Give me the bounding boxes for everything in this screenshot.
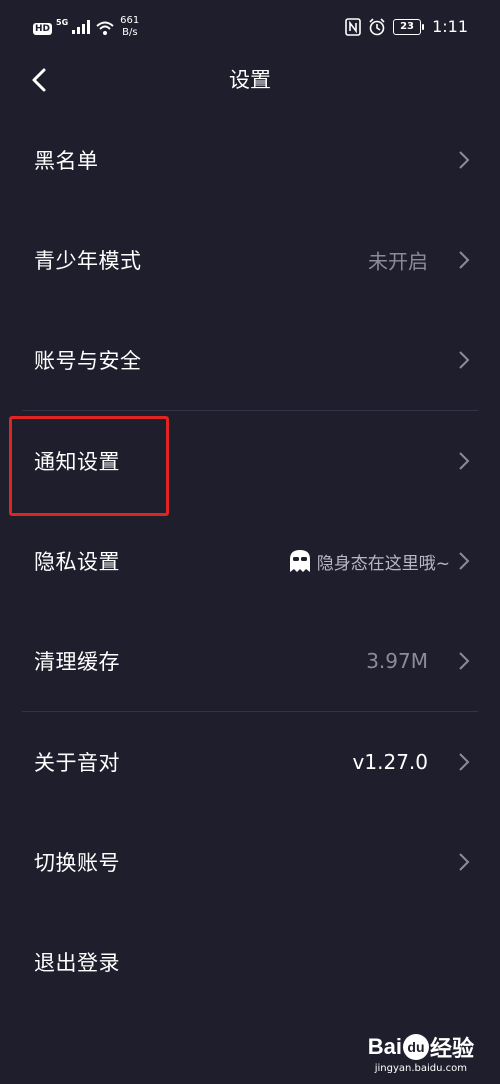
chevron-right-icon xyxy=(459,552,470,570)
privacy-hint-text: 隐身态在这里哦~ xyxy=(316,553,450,574)
chevron-right-icon xyxy=(459,351,470,369)
settings-row-blacklist[interactable]: 黑名单 xyxy=(0,110,500,210)
status-left: HD 5G 661 B/s xyxy=(33,15,139,43)
row-label: 通知设置 xyxy=(34,450,120,474)
chevron-right-icon xyxy=(459,251,470,269)
nfc-icon xyxy=(345,17,361,36)
alarm-icon xyxy=(369,17,385,35)
watermark-logo: Bai du 经验 xyxy=(368,1031,474,1063)
row-label: 切换账号 xyxy=(34,851,120,875)
row-label: 关于音对 xyxy=(34,751,120,775)
settings-list: 黑名单 青少年模式 未开启 账号与安全 通知设置 隐私设置 隐身态在这里哦~ 清… xyxy=(0,110,500,1012)
settings-row-privacy[interactable]: 隐私设置 隐身态在这里哦~ xyxy=(0,511,500,611)
signal-icon xyxy=(72,20,91,34)
chevron-right-icon xyxy=(459,753,470,771)
chevron-right-icon xyxy=(459,452,470,470)
watermark-logo-text: Bai xyxy=(367,1034,402,1059)
ghost-icon xyxy=(289,550,310,572)
row-label: 退出登录 xyxy=(34,951,120,975)
privacy-hint: 隐身态在这里哦~ xyxy=(287,548,450,574)
row-label: 账号与安全 xyxy=(34,349,142,373)
settings-row-about[interactable]: 关于音对 v1.27.0 xyxy=(0,712,500,812)
settings-row-clear-cache[interactable]: 清理缓存 3.97M xyxy=(0,611,500,711)
row-label: 黑名单 xyxy=(34,149,99,173)
network-type: 5G xyxy=(56,18,69,27)
hd-badge: HD xyxy=(33,23,53,35)
chevron-right-icon xyxy=(459,652,470,670)
row-label: 青少年模式 xyxy=(34,249,142,273)
watermark-site: jingyan.baidu.com xyxy=(374,1063,467,1074)
teen-mode-status: 未开启 xyxy=(368,249,428,274)
wifi-icon xyxy=(96,21,114,35)
cache-size: 3.97M xyxy=(366,649,428,673)
chevron-right-icon xyxy=(459,151,470,169)
clock: 1:11 xyxy=(432,17,468,36)
status-right: 23 1:11 xyxy=(345,17,468,36)
battery-indicator: 23 xyxy=(393,18,425,35)
settings-row-notifications[interactable]: 通知设置 xyxy=(0,411,500,511)
nav-header: 设置 xyxy=(0,58,500,102)
app-version: v1.27.0 xyxy=(352,750,428,774)
speed-value: 661 xyxy=(120,15,140,26)
chevron-right-icon xyxy=(459,853,470,871)
settings-row-switch-account[interactable]: 切换账号 xyxy=(0,812,500,912)
baidu-jingyan-watermark: Bai du 经验 jingyan.baidu.com xyxy=(368,1031,474,1074)
row-label: 清理缓存 xyxy=(34,650,120,674)
settings-row-logout[interactable]: 退出登录 xyxy=(0,912,500,1012)
paw-icon: du xyxy=(402,1034,429,1060)
row-label: 隐私设置 xyxy=(34,550,120,574)
settings-row-teen-mode[interactable]: 青少年模式 未开启 xyxy=(0,210,500,310)
page-title: 设置 xyxy=(229,68,271,92)
settings-row-account-security[interactable]: 账号与安全 xyxy=(0,310,500,410)
network-speed: 661 B/s xyxy=(120,15,139,39)
watermark-logo-suffix: 经验 xyxy=(429,1036,474,1061)
settings-screen: HD 5G 661 B/s 23 1:11 设置 黑名单 青少年模式 未开启 账… xyxy=(0,0,500,1084)
status-bar: HD 5G 661 B/s 23 1:11 xyxy=(0,0,500,58)
speed-unit: B/s xyxy=(122,27,138,38)
